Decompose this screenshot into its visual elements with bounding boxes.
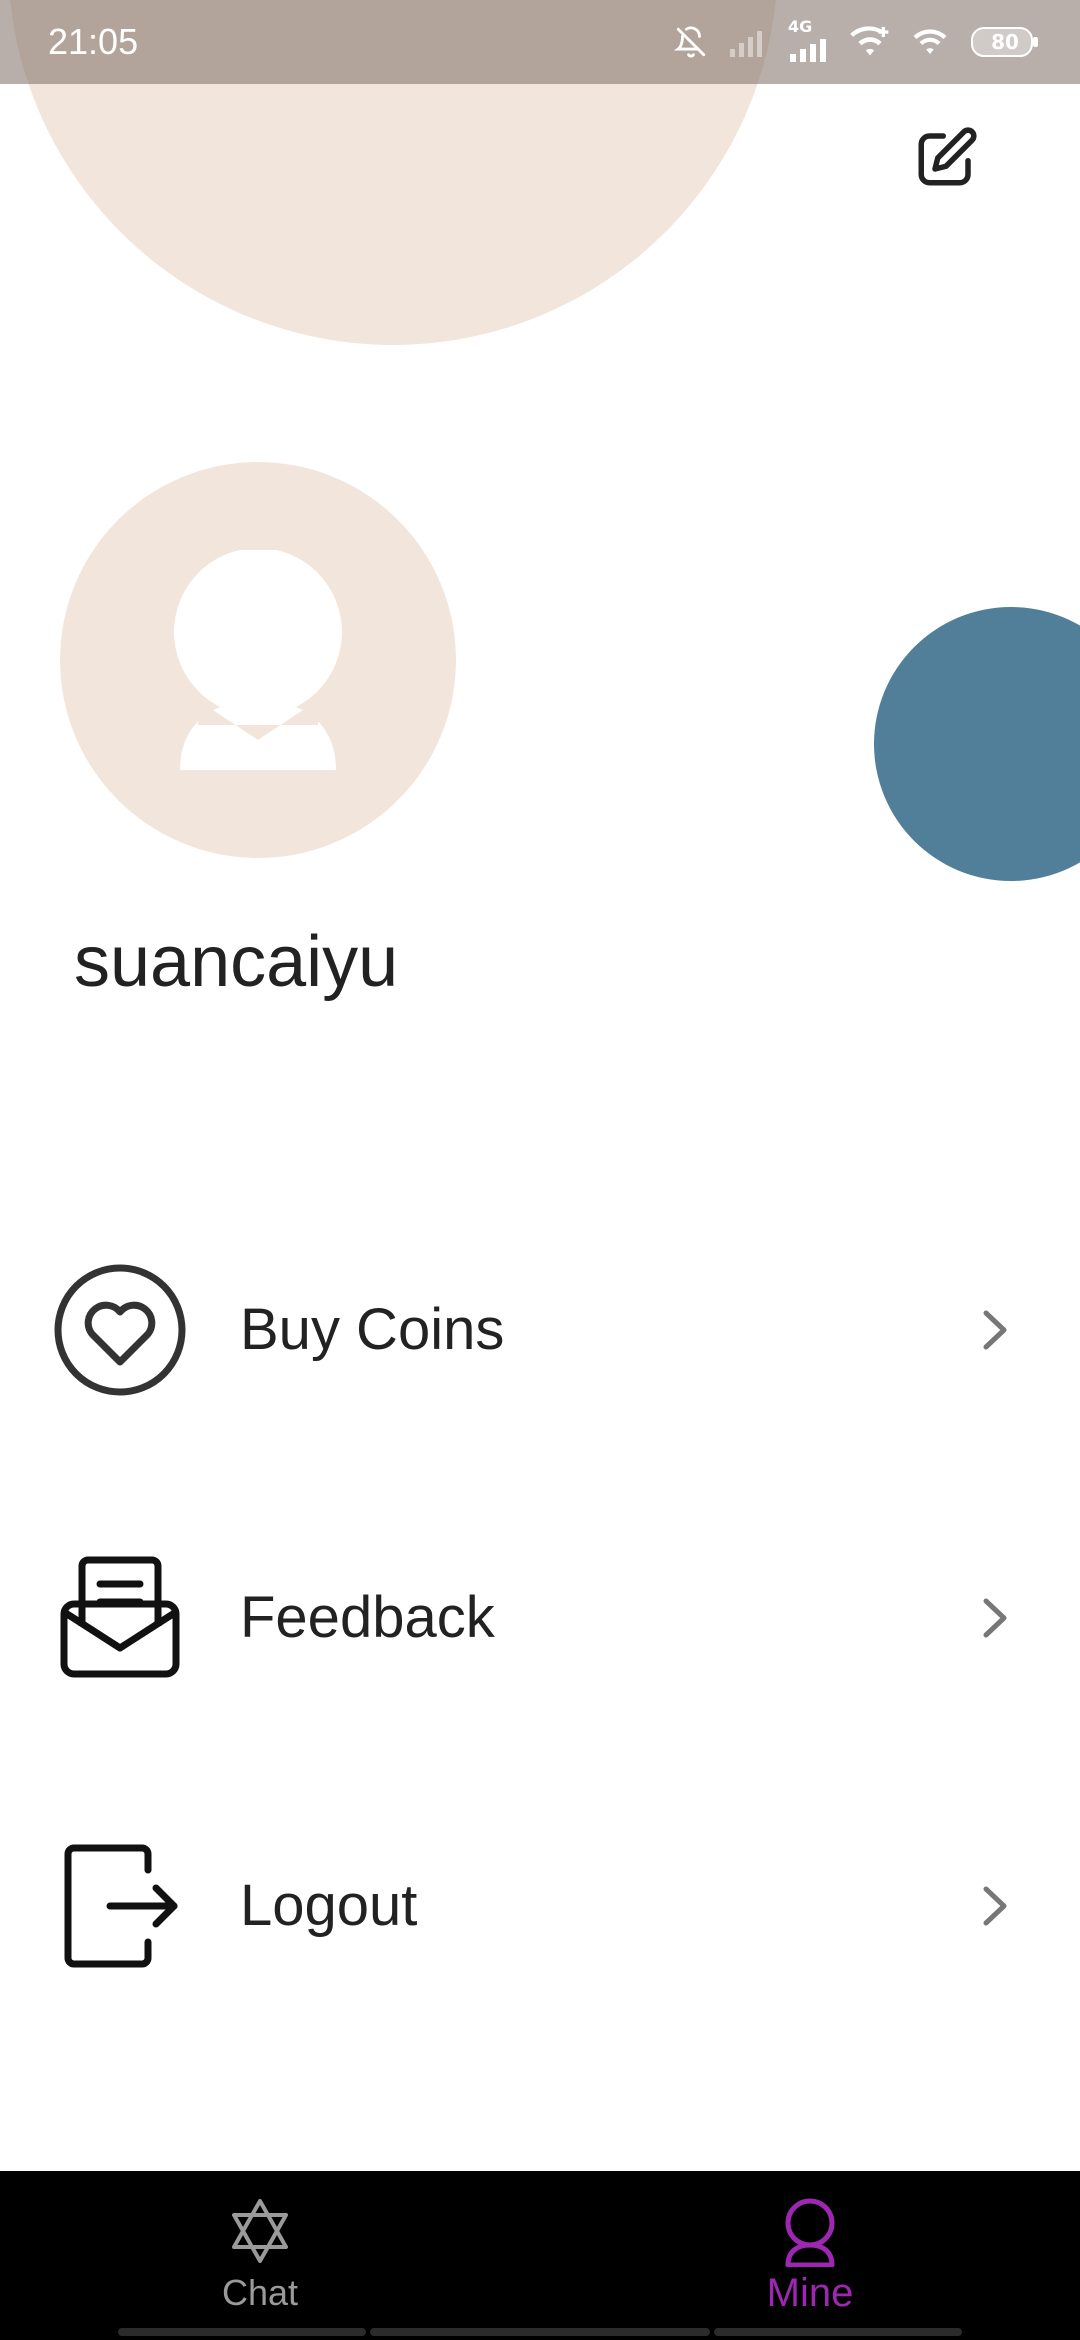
chevron-right-icon: [970, 1300, 1020, 1360]
wifi-icon: [912, 27, 948, 57]
battery-level: 80: [991, 30, 1019, 54]
menu-item-label: Logout: [240, 1873, 418, 1938]
mail-open-icon: [50, 1548, 190, 1688]
status-time: 21:05: [48, 21, 139, 62]
chevron-right-icon: [970, 1588, 1020, 1648]
nav-indicator: [714, 2328, 962, 2336]
wifi-plus-icon: [850, 25, 890, 59]
edit-icon: [918, 127, 977, 186]
status-bar: 21:05 4G 80: [0, 0, 1080, 84]
menu-item-logout[interactable]: Logout: [0, 1816, 1080, 1996]
tab-mine[interactable]: Mine: [540, 2171, 1080, 2340]
network-type-label: 4G: [788, 17, 813, 36]
tab-label: Mine: [766, 2271, 854, 2315]
bottom-navigation: Chat Mine: [0, 2171, 1080, 2340]
bell-off-icon: [674, 25, 708, 59]
menu-item-label: Feedback: [240, 1585, 495, 1650]
menu-item-label: Buy Coins: [240, 1297, 505, 1362]
nav-indicator: [118, 2328, 366, 2336]
username: suancaiyu: [74, 922, 399, 1002]
star-of-david-icon: [232, 2199, 288, 2263]
person-icon: [785, 2198, 835, 2267]
tab-chat[interactable]: Chat: [0, 2171, 540, 2340]
decorative-circle-right: [874, 607, 1080, 881]
person-icon: [174, 550, 342, 770]
nav-indicator: [370, 2328, 710, 2336]
menu-item-feedback[interactable]: Feedback: [0, 1528, 1080, 1708]
profile-screen: 21:05 4G 80 suancaiyu Buy Coins Feedback…: [0, 0, 1080, 2340]
menu-item-buy-coins[interactable]: Buy Coins: [0, 1240, 1080, 1420]
avatar[interactable]: [60, 462, 456, 858]
status-icons: 4G 80: [674, 18, 1040, 66]
signal-4g-icon: 4G: [788, 18, 828, 62]
logout-icon: [50, 1836, 190, 1976]
chevron-right-icon: [970, 1876, 1020, 1936]
battery-icon: 80: [970, 25, 1040, 59]
edit-profile-button[interactable]: [910, 122, 982, 194]
heart-circle-icon: [50, 1260, 190, 1400]
signal-icon: [730, 27, 766, 57]
tab-label: Chat: [221, 2272, 299, 2313]
